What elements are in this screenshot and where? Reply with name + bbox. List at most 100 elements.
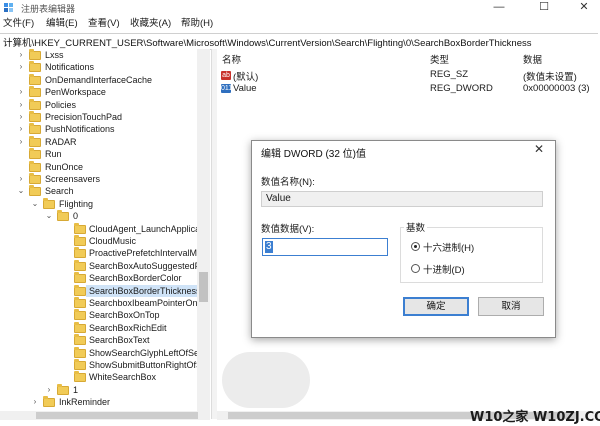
minimize-button[interactable]: — <box>479 0 519 16</box>
chevron-icon[interactable]: › <box>17 86 25 98</box>
tree-item-label: 0 <box>73 211 79 222</box>
ok-button[interactable]: 确定 <box>403 297 469 316</box>
tree-item[interactable]: CloudMusic <box>0 235 197 247</box>
tree-item-label: PushNotifications <box>45 124 115 135</box>
folder-icon <box>29 160 41 172</box>
tree-item[interactable]: ⌄ 0 <box>0 210 197 222</box>
tree-hscroll-thumb[interactable] <box>36 412 198 419</box>
hex-radio[interactable] <box>411 242 420 251</box>
tree-item-label: PrecisionTouchPad <box>45 112 123 122</box>
menu-file[interactable]: 文件(F) <box>3 16 34 31</box>
menu-help[interactable]: 帮助(H) <box>181 16 213 31</box>
folder-icon <box>74 222 86 234</box>
value-name[interactable]: Value <box>233 83 257 94</box>
tree-item[interactable]: ProactivePrefetchIntervalMin <box>0 247 204 259</box>
chevron-icon[interactable]: › <box>17 173 25 185</box>
chevron-down-icon[interactable]: ⌄ <box>45 210 53 222</box>
tree-item-label: SearchBoxRichEdit <box>89 322 167 333</box>
tree-item[interactable]: › Screensavers <box>0 173 197 185</box>
menu-favorites[interactable]: 收藏夹(A) <box>130 16 171 31</box>
column-header-data[interactable]: 数据 <box>523 52 542 66</box>
decimal-radio-label[interactable]: 十进制(D) <box>423 262 465 276</box>
chevron-down-icon[interactable]: ⌄ <box>31 198 39 210</box>
tree-item[interactable]: RunOnce <box>0 160 197 173</box>
tree-item[interactable]: OnDemandInterfaceCache <box>0 73 197 86</box>
chevron-icon[interactable]: › <box>17 136 25 148</box>
tree-item[interactable]: ShowSubmitButtonRightOfSe <box>0 359 207 371</box>
tree-item[interactable]: › PrecisionTouchPad <box>0 111 197 123</box>
menu-view[interactable]: 查看(V) <box>88 16 120 31</box>
tree-item[interactable]: CloudAgent_LaunchApplicati <box>0 222 205 235</box>
tree-item-label: Screensavers <box>45 174 101 184</box>
tree-item-label: SearchBoxText <box>89 335 150 346</box>
folder-icon <box>74 371 86 383</box>
tree-item-selected[interactable]: SearchBoxBorderThickness <box>86 284 201 297</box>
tree-item-label: Policies <box>45 99 77 110</box>
tree-item[interactable]: SearchBoxText <box>0 334 197 346</box>
tree-item-label: SearchboxIbeamPointerOnH <box>89 298 205 308</box>
chevron-icon[interactable]: › <box>17 49 25 61</box>
chevron-icon[interactable]: › <box>17 61 25 73</box>
tree-item[interactable]: › InkReminder <box>0 396 197 408</box>
tree-item-label: ShowSearchGlyphLeftOfSear <box>89 347 208 358</box>
folder-icon <box>57 383 69 395</box>
tree-item-label: RADAR <box>45 136 77 147</box>
cancel-button[interactable]: 取消 <box>478 297 544 316</box>
chevron-icon[interactable]: › <box>17 123 25 135</box>
tree-item[interactable]: › 1 <box>0 383 197 396</box>
folder-icon <box>74 284 86 296</box>
tree-item[interactable]: › PushNotifications <box>0 123 197 135</box>
folder-icon <box>43 197 55 209</box>
folder-icon <box>29 49 41 60</box>
close-button[interactable]: ✕ <box>564 0 600 16</box>
chevron-right-icon[interactable]: › <box>45 384 53 396</box>
tree-item-label: Search <box>45 186 74 197</box>
tree-item-label: Notifications <box>45 62 95 73</box>
tree-item[interactable]: WhiteSearchBox <box>0 371 197 383</box>
tree-item[interactable]: › PenWorkspace <box>0 86 197 98</box>
value-data-input[interactable]: 3 <box>262 238 388 256</box>
tree-item-label: SearchBoxBorderThickness <box>89 285 201 296</box>
tree-item-label: 1 <box>73 384 79 395</box>
base-groupbox <box>400 227 543 283</box>
folder-icon <box>29 61 41 73</box>
tree-item[interactable]: › Lxss <box>0 49 197 61</box>
tree-scroll-thumb[interactable] <box>199 272 208 302</box>
tree-item[interactable]: Run <box>0 148 197 160</box>
folder-icon <box>74 259 86 271</box>
tree-item-label: SearchBoxAutoSuggestedFo <box>89 260 206 271</box>
tree-item[interactable]: › Notifications <box>0 61 197 73</box>
value-name-label: 数值名称(N): <box>261 177 315 188</box>
folder-icon <box>29 98 41 110</box>
column-header-type[interactable]: 类型 <box>430 52 449 66</box>
tree-item-label: ShowSubmitButtonRightOfSe <box>89 360 208 370</box>
chevron-down-icon[interactable]: ⌄ <box>17 185 25 197</box>
folder-icon <box>29 135 41 147</box>
chevron-icon[interactable]: › <box>17 111 25 123</box>
tree-item[interactable]: ⌄ Search <box>0 185 197 197</box>
tree-item[interactable]: SearchBoxRichEdit <box>0 321 197 334</box>
tree-item[interactable]: › RADAR <box>0 135 197 148</box>
dialog-close-icon[interactable]: ✕ <box>532 142 546 156</box>
folder-icon <box>29 185 41 197</box>
binary-value-icon: 011 <box>221 84 233 93</box>
maximize-button[interactable]: ☐ <box>524 0 564 16</box>
tree-item[interactable]: SearchBoxAutoSuggestedFo <box>0 259 205 272</box>
tree-item[interactable]: ⌄ Flighting <box>0 197 197 210</box>
tree-item-label: PenWorkspace <box>45 87 106 98</box>
tree-item[interactable]: ShowSearchGlyphLeftOfSear <box>0 346 207 359</box>
tree-vertical-scrollbar[interactable] <box>197 49 210 411</box>
folder-icon <box>29 73 41 85</box>
decimal-radio[interactable] <box>411 264 420 273</box>
tree-item[interactable]: SearchBoxBorderColor <box>0 272 197 284</box>
chevron-right-icon[interactable]: › <box>31 396 39 408</box>
column-header-name[interactable]: 名称 <box>222 52 241 66</box>
tree-item[interactable]: SearchboxIbeamPointerOnH <box>0 297 204 309</box>
chevron-icon[interactable]: › <box>17 99 25 111</box>
folder-icon <box>29 86 41 98</box>
tree-item[interactable]: SearchBoxOnTop <box>0 309 197 321</box>
menu-edit[interactable]: 编辑(E) <box>46 16 78 31</box>
tree-item[interactable]: › Policies <box>0 98 197 111</box>
hex-radio-label[interactable]: 十六进制(H) <box>423 240 474 254</box>
value-name[interactable]: (默认) <box>233 69 258 83</box>
